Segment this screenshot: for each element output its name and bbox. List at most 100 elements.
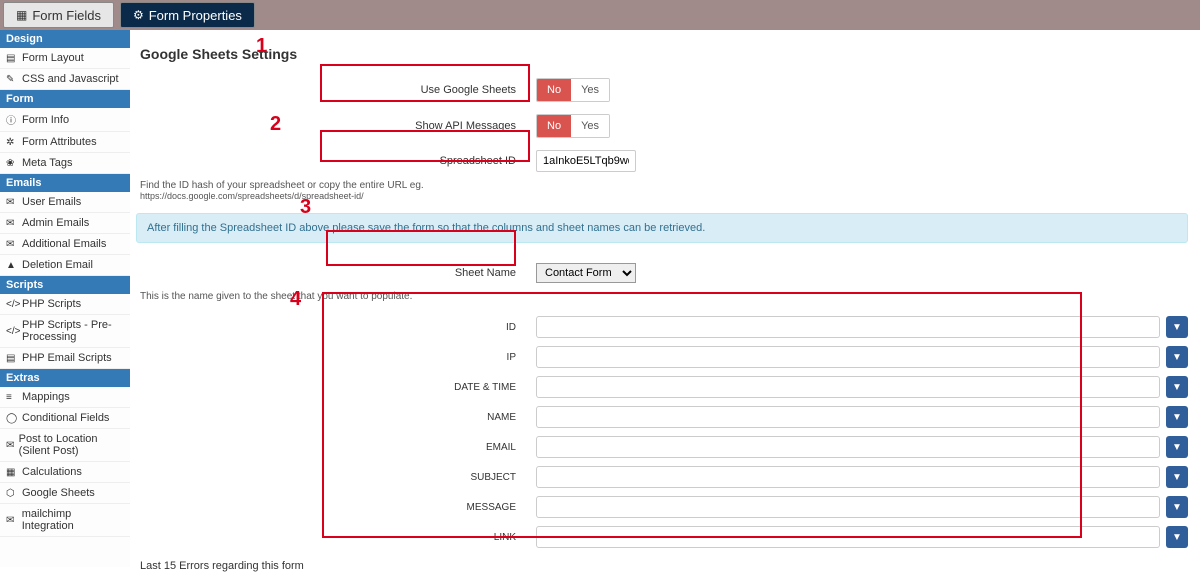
mapping-label: LINK <box>136 532 536 543</box>
toggle-show-api[interactable]: No Yes <box>536 114 610 138</box>
label-show-api: Show API Messages <box>136 120 536 132</box>
gears-icon: ⚙ <box>133 8 144 22</box>
sidebar-item-form-attributes[interactable]: ✲Form Attributes <box>0 132 130 153</box>
cond-icon: ◯ <box>6 413 19 424</box>
code-icon: </> <box>6 299 19 310</box>
gear-icon: ✲ <box>6 137 19 148</box>
sidebar-header-extras: Extras <box>0 369 130 387</box>
chevron-down-icon[interactable]: ▼ <box>1166 496 1188 518</box>
code-icon: ✎ <box>6 74 19 85</box>
sidebar-item-css-js[interactable]: ✎CSS and Javascript <box>0 69 130 90</box>
tab-label: Form Fields <box>32 8 101 23</box>
mapping-row: ID▼ <box>136 312 1188 342</box>
sidebar-item-php-email-scripts[interactable]: ▤PHP Email Scripts <box>0 348 130 369</box>
chevron-down-icon[interactable]: ▼ <box>1166 346 1188 368</box>
chevron-down-icon[interactable]: ▼ <box>1166 376 1188 398</box>
sidebar-item-calculations[interactable]: ▦Calculations <box>0 462 130 483</box>
sheets-icon: ⬡ <box>6 488 19 499</box>
mapping-label: SUBJECT <box>136 472 536 483</box>
mapping-label: EMAIL <box>136 442 536 453</box>
label-use-google-sheets: Use Google Sheets <box>136 84 536 96</box>
sidebar-item-mailchimp[interactable]: ✉mailchimp Integration <box>0 504 130 537</box>
mapping-row: DATE & TIME ▼ <box>136 372 1188 402</box>
sidebar-item-deletion-email[interactable]: ▲Deletion Email <box>0 255 130 276</box>
tab-form-fields[interactable]: ▦ Form Fields <box>3 2 114 28</box>
mapping-input[interactable] <box>536 376 1160 398</box>
calc-icon: ▦ <box>6 467 19 478</box>
mapping-input[interactable] <box>536 436 1160 458</box>
sidebar-item-form-info[interactable]: ⓘForm Info <box>0 108 130 132</box>
mapping-label: MESSAGE <box>136 502 536 513</box>
chevron-down-icon[interactable]: ▼ <box>1166 316 1188 338</box>
toggle-no[interactable]: No <box>537 79 571 101</box>
chevron-down-icon[interactable]: ▼ <box>1166 526 1188 548</box>
layout-icon: ▤ <box>6 53 19 64</box>
help-sheet-name: This is the name given to the sheet that… <box>136 289 1188 302</box>
toggle-yes[interactable]: Yes <box>571 115 609 137</box>
mapping-input[interactable] <box>536 466 1160 488</box>
footer-text: Last 15 Errors regarding this form <box>136 552 1188 572</box>
sidebar-header-scripts: Scripts <box>0 276 130 294</box>
sidebar-item-mappings[interactable]: ≡Mappings <box>0 387 130 408</box>
label-sheet-name: Sheet Name <box>136 267 536 279</box>
sheet-name-select[interactable]: Contact Form <box>536 263 636 283</box>
sidebar-item-php-preprocessing[interactable]: </>PHP Scripts - Pre-Processing <box>0 315 130 348</box>
sidebar-item-conditional-fields[interactable]: ◯Conditional Fields <box>0 408 130 429</box>
mapping-row: EMAIL ▼ <box>136 432 1188 462</box>
map-icon: ≡ <box>6 392 19 403</box>
sidebar-item-user-emails[interactable]: ✉User Emails <box>0 192 130 213</box>
sidebar-header-emails: Emails <box>0 174 130 192</box>
mapping-input[interactable] <box>536 526 1160 548</box>
sidebar-item-php-scripts[interactable]: </>PHP Scripts <box>0 294 130 315</box>
sidebar-item-google-sheets[interactable]: ⬡Google Sheets <box>0 483 130 504</box>
mappings-container: ID▼IP▼DATE & TIME▼NAME▼EMAIL▼SUBJECT▼MES… <box>136 312 1188 552</box>
sidebar-item-post-location[interactable]: ✉Post to Location (Silent Post) <box>0 429 130 462</box>
mapping-input[interactable] <box>536 346 1160 368</box>
tag-icon: ❀ <box>6 158 19 169</box>
mapping-label: NAME <box>136 412 536 423</box>
mapping-row: LINK ▼ <box>136 522 1188 552</box>
mail-icon: ✉ <box>6 440 16 451</box>
sidebar-header-design: Design <box>0 30 130 48</box>
user-icon: ▲ <box>6 260 19 271</box>
tab-form-properties[interactable]: ⚙ Form Properties <box>120 2 255 28</box>
mapping-row: IP ▼ <box>136 342 1188 372</box>
mail-icon: ✉ <box>6 515 19 526</box>
toggle-use-google-sheets[interactable]: No Yes <box>536 78 610 102</box>
info-icon: ⓘ <box>6 112 19 127</box>
mail-icon: ✉ <box>6 218 19 229</box>
sidebar-item-meta-tags[interactable]: ❀Meta Tags <box>0 153 130 174</box>
row-spreadsheet-id: Spreadsheet ID <box>136 144 1188 178</box>
info-box: After filling the Spreadsheet ID above p… <box>136 213 1188 243</box>
chevron-down-icon[interactable]: ▼ <box>1166 406 1188 428</box>
mapping-row: MESSAGE ▼ <box>136 492 1188 522</box>
sidebar-header-form: Form <box>0 90 130 108</box>
sidebar-item-admin-emails[interactable]: ✉Admin Emails <box>0 213 130 234</box>
mapping-input[interactable] <box>536 496 1160 518</box>
chevron-down-icon[interactable]: ▼ <box>1166 466 1188 488</box>
mapping-row: NAME ▼ <box>136 402 1188 432</box>
page-title: Google Sheets Settings <box>136 40 1188 68</box>
sidebar-item-additional-emails[interactable]: ✉Additional Emails <box>0 234 130 255</box>
sidebar: Design ▤Form Layout ✎CSS and Javascript … <box>0 30 130 567</box>
mapping-label: DATE & TIME <box>136 382 536 393</box>
row-sheet-name: Sheet Name Contact Form <box>136 257 1188 289</box>
toggle-yes[interactable]: Yes <box>571 79 609 101</box>
toggle-no[interactable]: No <box>537 115 571 137</box>
mapping-input[interactable] <box>536 406 1160 428</box>
row-use-google-sheets: Use Google Sheets No Yes <box>136 72 1188 108</box>
tab-label: Form Properties <box>149 8 242 23</box>
mail-icon: ✉ <box>6 197 19 208</box>
sidebar-item-form-layout[interactable]: ▤Form Layout <box>0 48 130 69</box>
row-show-api: Show API Messages No Yes <box>136 108 1188 144</box>
mapping-row: SUBJECT ▼ <box>136 462 1188 492</box>
chevron-down-icon[interactable]: ▼ <box>1166 436 1188 458</box>
top-bar: ▦ Form Fields ⚙ Form Properties <box>0 0 1200 30</box>
code-icon: </> <box>6 326 19 337</box>
mapping-input[interactable] <box>536 316 1160 338</box>
mapping-label: IP <box>136 352 536 363</box>
help-url: https://docs.google.com/spreadsheets/d/s… <box>136 191 1188 207</box>
grid-icon: ▦ <box>16 8 27 22</box>
spreadsheet-id-input[interactable] <box>536 150 636 172</box>
main-content: Google Sheets Settings Use Google Sheets… <box>130 30 1200 567</box>
